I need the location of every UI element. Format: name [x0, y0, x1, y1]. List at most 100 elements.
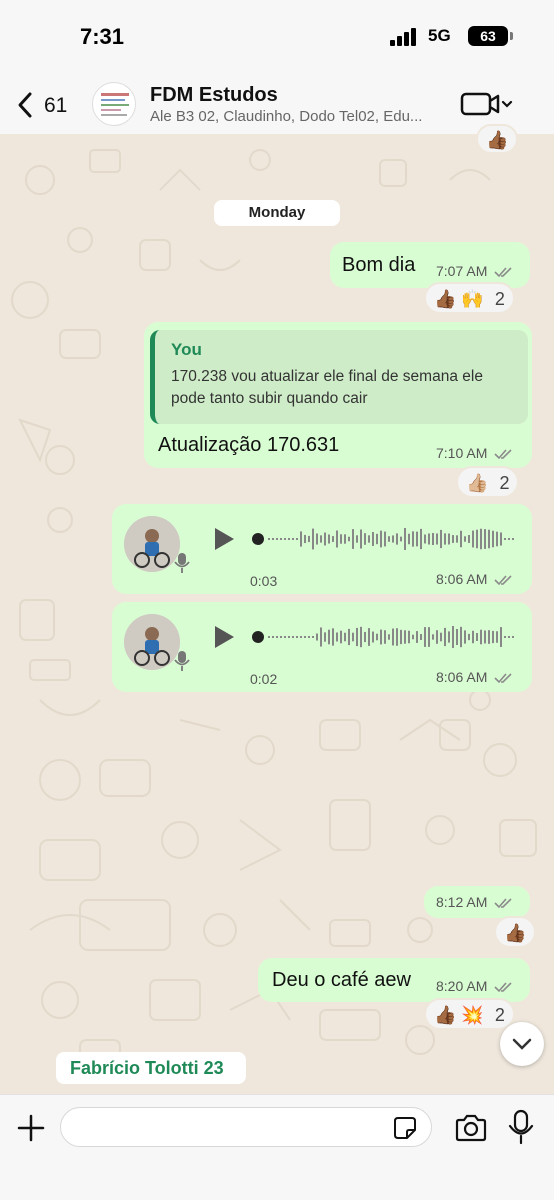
wave-bar — [356, 627, 358, 647]
chat-header: 61 FDM Estudos Ale B3 02, Claudinho, Dod… — [0, 72, 554, 134]
message-meta: 8:20 AM — [436, 978, 514, 994]
wave-bar — [508, 636, 510, 638]
reaction-badge[interactable]: 👍🏾 — [494, 916, 537, 948]
day-separator: Monday — [214, 200, 340, 226]
wave-bar — [500, 627, 502, 647]
wave-bar — [316, 533, 318, 545]
message-time: 8:12 AM — [436, 894, 488, 910]
wave-bar — [380, 530, 382, 548]
video-call-icon[interactable] — [460, 90, 516, 118]
wave-bar — [284, 538, 286, 540]
wave-bar — [304, 636, 306, 638]
message-meta: 8:12 AM — [436, 894, 514, 910]
wave-bar — [400, 629, 402, 645]
wave-bar — [292, 636, 294, 638]
wave-bar — [428, 533, 430, 545]
sender-avatar — [124, 614, 180, 670]
wave-bar — [456, 535, 458, 543]
message-input[interactable] — [60, 1107, 432, 1147]
wave-bar — [500, 532, 502, 546]
wave-bar — [348, 628, 350, 646]
wave-bar — [464, 630, 466, 644]
wave-bar — [432, 532, 434, 546]
wave-bar — [480, 629, 482, 645]
reaction-badge[interactable]: 👍🏼 2 — [456, 466, 520, 498]
wave-bar — [312, 528, 314, 550]
voice-message[interactable]: 0:03 8:06 AM — [112, 504, 532, 594]
double-check-icon — [494, 575, 512, 586]
waveform[interactable] — [252, 526, 518, 552]
wave-bar — [300, 636, 302, 638]
wave-bar — [400, 536, 402, 542]
wave-bar — [436, 630, 438, 644]
wave-bar — [388, 536, 390, 542]
wave-bar — [320, 535, 322, 543]
wave-bar — [344, 632, 346, 642]
wave-bar — [328, 629, 330, 645]
sender-name-chip[interactable]: Fabrício Tolotti 23 — [56, 1052, 246, 1084]
wave-bar — [388, 634, 390, 640]
wave-bar — [440, 529, 442, 549]
wave-bar — [356, 535, 358, 543]
scroll-to-bottom-button[interactable] — [500, 1022, 544, 1066]
group-members[interactable]: Ale B3 02, Claudinho, Dodo Tel02, Edu... — [150, 108, 450, 125]
message-composer — [0, 1094, 554, 1200]
playhead-dot — [252, 533, 264, 545]
wave-bar — [448, 533, 450, 545]
sticker-icon[interactable] — [392, 1115, 418, 1141]
wave-bar — [440, 632, 442, 642]
sender-avatar — [124, 516, 180, 572]
double-check-icon — [494, 982, 512, 993]
message-time: 8:06 AM — [436, 669, 488, 685]
wave-bar — [484, 529, 486, 549]
plus-icon[interactable] — [16, 1113, 46, 1143]
message-bubble[interactable]: 8:12 AM — [424, 886, 530, 918]
wave-bar — [324, 632, 326, 642]
reaction-badge[interactable]: 👍🏾 🙌 2 — [424, 282, 515, 314]
wave-bar — [404, 528, 406, 550]
group-name[interactable]: FDM Estudos — [150, 84, 278, 107]
unread-count[interactable]: 61 — [44, 94, 67, 118]
wave-bar — [392, 535, 394, 543]
wave-bar — [496, 631, 498, 643]
play-icon[interactable] — [212, 526, 236, 552]
message-bubble[interactable]: Deu o café aew 8:20 AM — [258, 958, 530, 1002]
quoted-message[interactable]: You 170.238 vou atualizar ele final de s… — [150, 330, 528, 424]
wave-bar — [352, 632, 354, 642]
cell-signal-icon — [390, 28, 416, 46]
wave-bar — [272, 636, 274, 638]
voice-duration: 0:03 — [250, 573, 278, 589]
wave-bar — [492, 530, 494, 548]
wave-bar — [384, 630, 386, 644]
wave-bar — [360, 626, 362, 648]
mic-icon — [174, 651, 190, 671]
camera-icon[interactable] — [454, 1113, 488, 1143]
status-bar: 7:31 5G 63 — [0, 0, 554, 72]
wave-bar — [448, 631, 450, 643]
wave-bar — [280, 636, 282, 638]
wave-bar — [340, 630, 342, 644]
double-check-icon — [494, 267, 512, 278]
message-meta: 7:10 AM — [436, 445, 514, 461]
group-avatar[interactable] — [92, 82, 136, 126]
wave-bar — [336, 530, 338, 548]
wave-bar — [424, 627, 426, 647]
wave-bar — [460, 626, 462, 648]
voice-message[interactable]: 0:02 8:06 AM — [112, 602, 532, 692]
reaction-badge-top[interactable]: 👍🏾 — [476, 124, 519, 154]
wave-bar — [472, 630, 474, 644]
message-text: Deu o café aew — [272, 969, 411, 991]
wave-bar — [452, 535, 454, 543]
wave-bar — [364, 533, 366, 545]
wave-bar — [444, 533, 446, 545]
wave-bar — [392, 628, 394, 646]
play-icon[interactable] — [212, 624, 236, 650]
message-meta: 7:07 AM — [436, 263, 514, 279]
wave-bar — [428, 627, 430, 647]
waveform[interactable] — [252, 624, 518, 650]
message-time: 8:06 AM — [436, 571, 488, 587]
wave-bar — [296, 636, 298, 638]
wave-bar — [296, 538, 298, 540]
wave-bar — [512, 636, 514, 638]
mic-icon[interactable] — [508, 1109, 534, 1145]
